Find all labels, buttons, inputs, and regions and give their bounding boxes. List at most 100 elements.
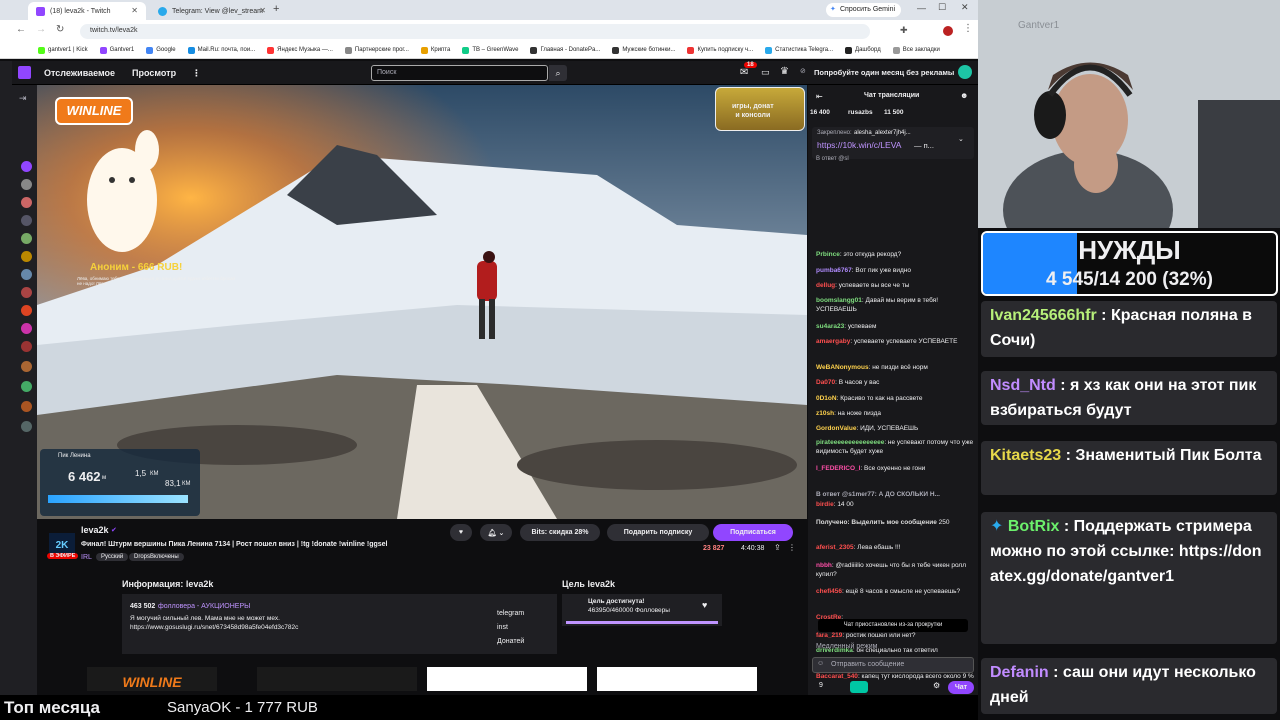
bookmark-item[interactable]: Купить подписку ч... [687,46,753,54]
channel-avatar[interactable] [21,381,32,392]
emote-picker-icon[interactable]: ☺ [817,660,824,667]
chat-username[interactable]: В ответ @s1mer77: А ДО СКОЛЬКИ Н... [816,491,940,498]
profile-avatar[interactable] [943,26,953,36]
chat-username[interactable]: amaergaby [816,338,850,345]
minimize-icon[interactable]: — [917,3,926,13]
collapse-chat-icon[interactable]: ⇤ [816,92,823,101]
ad-free-promo[interactable]: Попробуйте один месяц без рекламы [814,68,954,77]
whispers-icon[interactable]: ▭ [761,67,770,78]
channel-avatar[interactable] [21,287,32,298]
chat-message[interactable]: su4ara23: успеваем [816,322,974,331]
bookmark-item[interactable]: Главная - DonatePa... [530,46,600,54]
bookmark-item[interactable]: Партнерские прог... [344,46,409,54]
follow-heart-button[interactable]: ♥ [450,524,472,541]
search-icon[interactable]: ⌕ [549,65,567,81]
chat-message[interactable]: Prbince: это откуда рекорд? [816,250,974,259]
chat-message[interactable]: WeBANonymous: не пизди всё норм [816,363,974,372]
chat-message[interactable]: Da070: В часов у вас [816,378,974,387]
nav-following[interactable]: Отслеживаемое [44,68,115,78]
close-window-icon[interactable]: ✕ [961,2,969,13]
pinned-link[interactable]: https://10k.win/c/LEVA [817,140,901,150]
extensions-icon[interactable]: ✚ [900,25,908,36]
chat-username[interactable]: l_FEDERICO_l [816,465,860,472]
bookmark-item[interactable]: Google [146,46,176,54]
chat-username[interactable]: birdie [816,501,834,508]
chat-message[interactable]: GordonValue: ИДИ, УСПЕВАЕШЬ [816,424,974,433]
channel-avatar[interactable] [21,421,32,432]
back-icon[interactable]: ← [16,24,26,35]
chat-username[interactable]: pirateeeeeeeeeeeeeee [816,439,884,446]
twitch-logo-icon[interactable] [18,66,31,79]
channel-avatar[interactable] [21,323,32,334]
bookmark-item[interactable]: Дашборд [845,46,881,54]
channel-avatar[interactable] [21,401,32,412]
chat-send-button[interactable]: Чат [948,681,974,694]
heart-icon[interactable]: ♥ [702,600,707,610]
chat-message[interactable]: pumba6767: Вот пик уже видно [816,266,974,275]
bits-button[interactable]: Bits: скидка 28% [520,524,600,541]
chat-username[interactable]: nbbh [816,562,832,569]
new-tab-icon[interactable]: + [273,3,279,15]
channel-avatar[interactable] [21,197,32,208]
close-icon[interactable]: ✕ [131,6,138,15]
chat-message[interactable]: pirateeeeeeeeeeeeeee: не успевают потому… [816,438,974,456]
social-link-inst[interactable]: inst [497,624,508,631]
url-field[interactable]: twitch.tv/leva2k [80,24,870,39]
chat-settings-icon[interactable]: ⚙ [933,681,940,690]
sponsor-panel-winline[interactable]: WINLINE [87,667,217,691]
chat-username[interactable]: fara_219 [816,632,842,639]
chat-username[interactable]: boomslangg01 [816,297,862,304]
chat-username[interactable]: 0D1oN [816,395,837,402]
more-icon[interactable]: ⋮ [192,68,201,79]
maximize-icon[interactable]: ☐ [938,2,946,13]
bookmark-item[interactable]: TB – GreenWave [462,46,518,54]
chat-username[interactable]: dellug [816,282,835,289]
channel-avatar[interactable] [21,341,32,352]
search-input[interactable]: Поиск [371,65,548,81]
more-options-icon[interactable]: ⋮ [788,543,796,552]
prime-crown-icon[interactable]: ♛ [780,66,789,77]
channel-points[interactable]: 9 [819,682,823,689]
chat-message[interactable]: nbbh: @radiiiilio хочешь что бы я тебе ч… [816,561,974,579]
points-claim-button[interactable] [850,681,868,693]
browser-tab-telegram[interactable]: Telegram: View @lev_stream ✕ [150,2,274,20]
chat-username[interactable]: pumba6767 [816,267,852,274]
chat-message[interactable]: 0D1oN: Красиво то как на рассвете [816,394,974,403]
notifications-button[interactable]: 🔔︎ ⌄ [480,524,512,541]
pinned-message[interactable]: Закреплено: alesha_alexter7jh4j... https… [812,127,974,159]
chat-message[interactable]: Baccarat_540: капец тут кислорода всего … [816,672,974,681]
expand-sidebar-icon[interactable]: ⇥ [19,93,27,104]
chevron-down-icon[interactable]: ⌄ [958,135,964,143]
users-icon[interactable]: ☻ [960,91,968,100]
subscribe-button[interactable]: Подписаться [713,524,793,541]
inbox-icon[interactable]: ✉ [740,67,748,78]
chat-message[interactable]: chefi456: ещё 8 часов в смысле не успева… [816,587,974,596]
channel-avatar[interactable] [21,269,32,280]
gemini-button[interactable]: ✦ Спросить Gemini [826,3,902,17]
browser-tab-twitch[interactable]: (18) leva2k - Twitch ✕ [28,2,146,20]
chat-message[interactable]: fara_219: ростик пошел или нет? [816,631,974,640]
close-icon[interactable]: ✕ [259,6,266,15]
channel-avatar[interactable] [21,215,32,226]
user-avatar[interactable] [958,65,972,79]
chat-username[interactable]: Prbince [816,251,840,258]
chat-username[interactable]: Получено: Выделить мое сообщение [816,519,937,526]
channel-avatar[interactable] [21,305,32,316]
tag-drops[interactable]: DropsВключены [129,553,184,561]
tag-language[interactable]: Русский [96,553,129,561]
channel-name[interactable]: leva2k [81,525,109,535]
chat-username[interactable]: WeBANonymous [816,364,869,371]
category-link[interactable]: IRL [81,554,92,561]
chat-message[interactable]: birdie: 14 00 [816,500,974,509]
chat-username[interactable]: chefi456 [816,588,842,595]
chat-paused-banner[interactable]: Чат приостановлен из-за прокрутки [818,619,968,632]
nav-browse[interactable]: Просмотр [132,68,176,78]
sponsor-panel-ggsel[interactable] [257,667,417,691]
panel-image[interactable] [427,667,587,691]
chat-message[interactable]: В ответ @s1mer77: А ДО СКОЛЬКИ Н... [816,490,974,499]
share-icon[interactable]: ⇪ [774,543,781,552]
social-link-telegram[interactable]: telegram [497,610,524,617]
gift-sub-button[interactable]: Подарить подписку [607,524,709,541]
chat-message[interactable]: boomslangg01: Давай мы верим в тебя! УСП… [816,296,974,314]
chat-username[interactable]: Da070 [816,379,835,386]
